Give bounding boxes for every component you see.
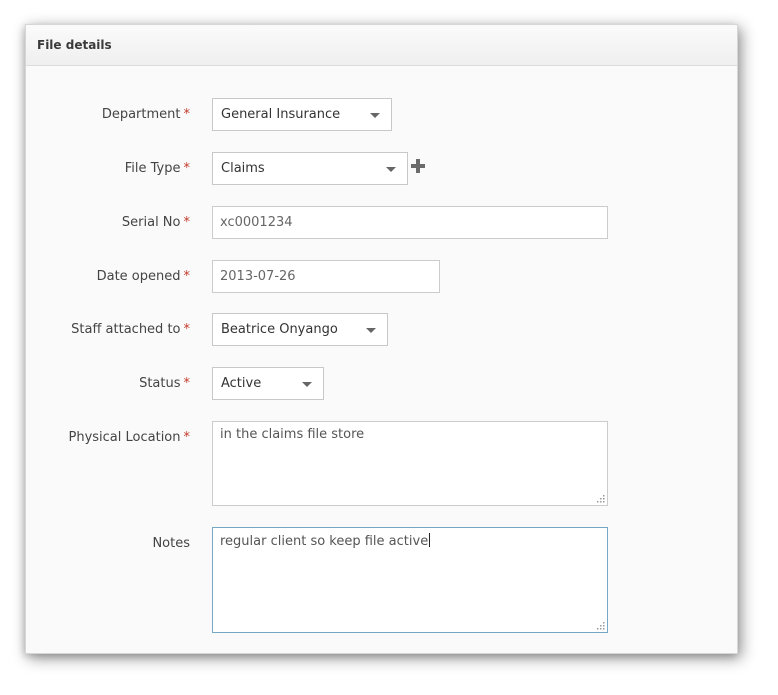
date-opened-input[interactable]: 2013-07-26 xyxy=(212,260,440,293)
notes-textarea[interactable]: regular client so keep file active xyxy=(212,527,608,633)
staff-select[interactable]: Beatrice Onyango xyxy=(212,313,388,346)
date-opened-label: Date opened * xyxy=(96,269,191,284)
staff-value: Beatrice Onyango xyxy=(221,322,338,337)
department-select[interactable]: General Insurance xyxy=(212,98,392,131)
plus-icon[interactable] xyxy=(411,159,425,173)
required-marker: * xyxy=(183,430,191,445)
resize-grip-icon[interactable] xyxy=(595,620,605,630)
file-details-panel: File details Department * General Insuran… xyxy=(25,24,738,654)
serial-no-input[interactable]: xc0001234 xyxy=(212,206,608,239)
physical-location-textarea[interactable]: in the claims file store xyxy=(212,421,608,506)
caret-down-icon xyxy=(302,381,312,387)
status-value: Active xyxy=(221,376,262,391)
physical-location-label: Physical Location * xyxy=(68,430,191,445)
physical-location-value: in the claims file store xyxy=(220,427,365,442)
caret-down-icon xyxy=(366,327,376,333)
required-marker: * xyxy=(183,215,191,230)
panel-title: File details xyxy=(26,25,737,66)
notes-label: Notes xyxy=(152,536,190,551)
required-marker: * xyxy=(183,322,191,337)
department-label: Department * xyxy=(101,107,191,122)
required-marker: * xyxy=(183,376,191,391)
file-type-value: Claims xyxy=(221,161,265,176)
caret-down-icon xyxy=(386,166,396,172)
required-marker: * xyxy=(183,107,191,122)
serial-no-label: Serial No * xyxy=(121,215,191,230)
status-label: Status * xyxy=(139,376,191,391)
resize-grip-icon[interactable] xyxy=(595,493,605,503)
status-select[interactable]: Active xyxy=(212,367,324,400)
department-value: General Insurance xyxy=(221,107,341,122)
text-cursor xyxy=(429,533,431,547)
caret-down-icon xyxy=(370,112,380,118)
staff-label: Staff attached to * xyxy=(71,322,191,337)
required-marker: * xyxy=(183,269,191,284)
notes-value: regular client so keep file active xyxy=(220,534,429,549)
file-type-select[interactable]: Claims xyxy=(212,152,408,185)
required-marker: * xyxy=(183,161,191,176)
file-type-label: File Type * xyxy=(124,161,191,176)
